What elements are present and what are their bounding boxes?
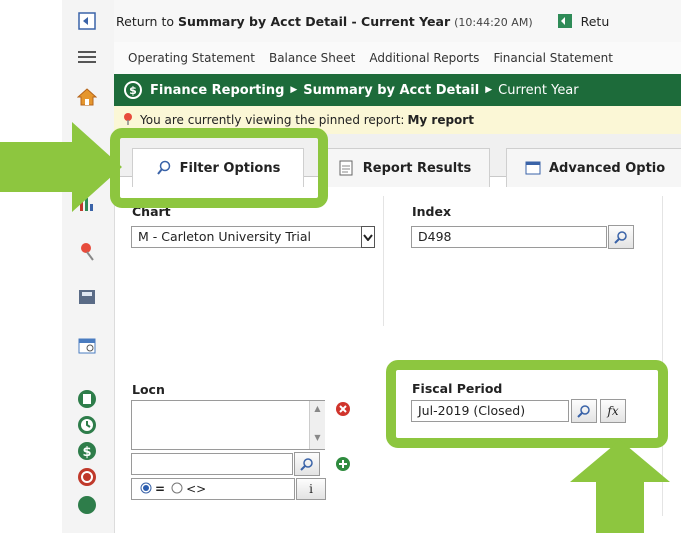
add-icon[interactable] (335, 456, 351, 476)
return-time: (10:44:20 AM) (454, 15, 533, 29)
tab-report-results-label: Report Results (362, 160, 472, 176)
refresh-icon[interactable] (76, 466, 98, 488)
menu-additional-reports[interactable]: Additional Reports (369, 51, 479, 65)
secondary-return-link[interactable]: Retu (555, 12, 610, 30)
breadcrumb-item-summary[interactable]: Summary by Acct Detail (303, 83, 479, 98)
magnifier-icon (300, 458, 313, 471)
panel-divider (383, 196, 384, 326)
tab-advanced-options[interactable]: Advanced Optio (506, 148, 681, 187)
top-bar: Return to Summary by Acct Detail - Curre… (114, 0, 681, 43)
right-arrow-icon (0, 122, 122, 212)
return-link[interactable]: Return to Summary by Acct Detail - Curre… (116, 14, 533, 29)
radio-not-equals[interactable] (171, 482, 183, 497)
menu-operating-statement[interactable]: Operating Statement (128, 51, 255, 65)
tab-advanced-options-label: Advanced Optio (549, 160, 666, 176)
report-return-icon (557, 14, 572, 28)
breadcrumb-separator-icon: ▶ (485, 85, 493, 95)
scroll-up-icon[interactable]: ▲ (310, 404, 325, 413)
svg-text:$: $ (129, 84, 137, 97)
locn-label: Locn (132, 382, 165, 397)
locn-input[interactable] (131, 453, 293, 475)
pinned-report-name: My report (407, 113, 474, 127)
svg-text:$: $ (82, 445, 91, 460)
locn-operator-group: = <> (131, 478, 295, 500)
chart-select-value: M - Carleton University Trial (131, 226, 361, 248)
locn-scrollbar[interactable]: ▲ ▼ (309, 401, 325, 449)
index-label: Index (412, 204, 452, 219)
secondary-return-label: Retu (580, 13, 610, 29)
menu-balance-sheet[interactable]: Balance Sheet (269, 51, 355, 65)
info-icon: i (309, 482, 313, 496)
radio-not-equals-label: <> (186, 482, 207, 496)
breadcrumb-item-finance[interactable]: Finance Reporting (150, 83, 284, 98)
clock-icon[interactable] (76, 414, 98, 436)
locn-info-button[interactable]: i (296, 478, 326, 500)
index-search-button[interactable] (608, 225, 634, 249)
dollar-icon[interactable]: $ (76, 440, 98, 462)
tab-report-results[interactable]: Report Results (320, 148, 490, 187)
magnifier-icon (614, 231, 627, 244)
document-icon (339, 160, 353, 176)
breadcrumb-separator-icon: ▶ (290, 85, 298, 95)
chart-select[interactable]: M - Carleton University Trial (131, 226, 375, 248)
return-target: Summary by Acct Detail - Current Year (177, 13, 451, 29)
return-icon[interactable] (76, 10, 98, 32)
hamburger-icon[interactable] (76, 46, 98, 68)
breadcrumb-item-current: Current Year (498, 82, 579, 98)
breadcrumb: $ Finance Reporting ▶ Summary by Acct De… (114, 74, 681, 106)
pinned-text: You are currently viewing the pinned rep… (140, 113, 405, 127)
locn-search-button[interactable] (294, 452, 320, 476)
book-icon[interactable] (76, 388, 98, 410)
grid-icon (525, 161, 541, 175)
menu-bar: Operating Statement Balance Sheet Additi… (114, 42, 681, 75)
remove-icon[interactable] (335, 401, 351, 421)
home-icon[interactable] (76, 86, 98, 108)
chevron-down-icon[interactable] (361, 226, 375, 248)
radio-equals[interactable] (140, 482, 152, 497)
pin-icon[interactable] (76, 240, 98, 262)
save-icon[interactable] (76, 286, 98, 308)
index-input[interactable]: D498 (411, 226, 607, 248)
up-arrow-icon (570, 440, 670, 533)
return-prefix: Return to (116, 13, 178, 29)
calendar-icon[interactable] (76, 334, 98, 356)
radio-equals-label: = (155, 482, 166, 496)
locn-listbox[interactable] (131, 400, 325, 450)
fiscal-period-highlight (386, 360, 668, 448)
more-icon[interactable] (76, 494, 98, 516)
finance-logo-icon: $ (124, 81, 142, 99)
scroll-down-icon[interactable]: ▼ (310, 433, 325, 442)
filter-options-highlight (110, 128, 328, 208)
menu-financial-statement[interactable]: Financial Statement (493, 51, 613, 65)
